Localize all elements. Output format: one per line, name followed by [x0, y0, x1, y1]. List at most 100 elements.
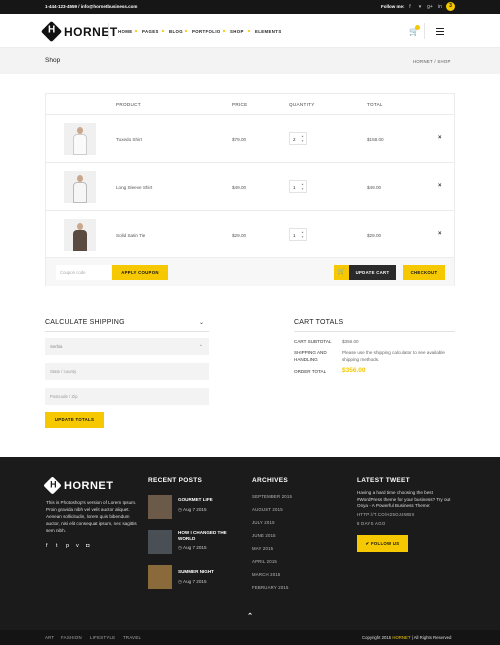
- post-title[interactable]: HOW I CHANGED THE WORLD: [178, 530, 228, 542]
- nav-dot: [184, 29, 188, 33]
- post-title[interactable]: SUMMER NIGHT: [178, 569, 214, 575]
- quantity-stepper[interactable]: 1 ▴ ▾: [289, 228, 307, 241]
- cart-table: PRODUCT PRICE QUANTITY TOTAL Tuxedo Shir…: [45, 93, 455, 286]
- divider: [294, 331, 455, 332]
- nav-elements[interactable]: ELEMENTS: [255, 29, 282, 34]
- quantity-value[interactable]: 1: [293, 233, 296, 238]
- checkout-button[interactable]: CHECKOUT: [403, 265, 445, 280]
- cart-icon[interactable]: 🛒: [334, 265, 349, 280]
- post-date: ◷ Aug 7 2015: [178, 507, 207, 512]
- product-image[interactable]: [64, 171, 96, 203]
- twitter-icon[interactable]: ▾: [416, 3, 424, 11]
- nav-dot: [247, 29, 251, 33]
- update-cart-button[interactable]: UPDATE CART: [349, 265, 396, 280]
- archive-link[interactable]: AUGUST 2015: [252, 507, 283, 512]
- post-date: ◷ Aug 7 2015: [178, 545, 207, 550]
- linkedin-icon[interactable]: in: [436, 3, 444, 11]
- divider: [45, 331, 209, 332]
- follow-label: Follow me:: [381, 4, 405, 9]
- remove-icon[interactable]: ×: [438, 183, 442, 189]
- page-title-bar: Shop HORNET / SHOP: [0, 48, 500, 74]
- coupon-input[interactable]: Coupon code: [56, 265, 111, 280]
- footer-about: This is Photoshop's version of Lorem Ips…: [46, 500, 137, 533]
- footer-link-travel[interactable]: TRAVEL: [123, 635, 141, 640]
- country-select[interactable]: Serbia ⌄: [45, 338, 209, 355]
- product-image[interactable]: [64, 219, 96, 251]
- product-price: $79.00: [232, 137, 247, 142]
- tweet-link[interactable]: HTTP://T.CO/H25OJ4WBX: [357, 512, 415, 517]
- shipping-title[interactable]: CALCULATE SHIPPING: [45, 319, 125, 326]
- qty-down-icon[interactable]: ▾: [300, 187, 305, 192]
- line-total: $29.00: [367, 233, 382, 238]
- post-date: ◷ Aug 7 2015: [178, 579, 207, 584]
- cart-actions: Coupon code APPLY COUPON 🛒 UPDATE CART C…: [46, 257, 454, 286]
- chevron-down-icon[interactable]: ⌄: [199, 319, 204, 326]
- archive-link[interactable]: JUNE 2015: [252, 533, 276, 538]
- vimeo-icon[interactable]: v: [76, 543, 79, 549]
- nav-shop[interactable]: SHOP: [230, 29, 244, 34]
- breadcrumb[interactable]: HORNET / SHOP: [413, 59, 451, 64]
- logo-text[interactable]: HORNET: [64, 25, 118, 39]
- twitter-icon[interactable]: t: [56, 543, 58, 549]
- copyright: Copyright 2015 HORNET | All Rights Reser…: [362, 635, 452, 640]
- archive-link[interactable]: SEPTEMBER 2015: [252, 494, 292, 499]
- footer-link-art[interactable]: ART: [45, 635, 54, 640]
- remove-icon[interactable]: ×: [438, 135, 442, 141]
- product-name[interactable]: Tuxedo Shirt: [116, 137, 142, 142]
- country-value: Serbia: [50, 344, 63, 349]
- product-image[interactable]: [64, 123, 96, 155]
- archive-link[interactable]: FEBRUARY 2015: [252, 585, 289, 590]
- apply-coupon-button[interactable]: APPLY COUPON: [112, 265, 168, 280]
- menu-icon[interactable]: [436, 28, 444, 37]
- archive-link[interactable]: JULY 2015: [252, 520, 275, 525]
- archive-link[interactable]: MARCH 2015: [252, 572, 281, 577]
- footer-logo-text[interactable]: HORNET: [64, 480, 113, 492]
- product-name[interactable]: Solid Satin Tie: [116, 233, 145, 238]
- post-thumbnail[interactable]: [148, 495, 172, 519]
- quantity-value[interactable]: 1: [293, 185, 296, 190]
- google-plus-icon[interactable]: g+: [426, 3, 434, 11]
- pinterest-icon[interactable]: p: [66, 543, 69, 549]
- col-product: PRODUCT: [116, 102, 141, 107]
- quantity-stepper[interactable]: 1 ▴ ▾: [289, 180, 307, 193]
- follow-us-label: FOLLOW US: [370, 541, 400, 546]
- footer-logo-icon[interactable]: [43, 476, 62, 495]
- nav-dot: [161, 29, 165, 33]
- shipping-note: Please use the shipping calculator to se…: [342, 350, 445, 355]
- facebook-icon[interactable]: f: [406, 3, 414, 11]
- archive-link[interactable]: APRIL 2015: [252, 559, 277, 564]
- order-total-label: ORDER TOTAL: [294, 369, 327, 374]
- col-quantity: QUANTITY: [289, 102, 315, 107]
- nav-portfolio[interactable]: PORTFOLIO: [192, 29, 221, 34]
- footer-link-lifestyle[interactable]: LIFESTYLE: [90, 635, 115, 640]
- follow-us-button[interactable]: ✔ FOLLOW US: [357, 535, 408, 552]
- product-name[interactable]: Long Sleeve Shirt: [116, 185, 152, 190]
- footer-link-fashion[interactable]: FASHION: [61, 635, 82, 640]
- post-thumbnail[interactable]: [148, 530, 172, 554]
- nav-pages[interactable]: PAGES: [142, 29, 159, 34]
- quantity-stepper[interactable]: 2 ▴ ▾: [289, 132, 307, 145]
- remove-icon[interactable]: ×: [438, 231, 442, 237]
- cart-row: Tuxedo Shirt $79.00 2 ▴ ▾ $158.00 ×: [46, 114, 454, 162]
- quantity-value[interactable]: 2: [293, 137, 296, 142]
- postcode-field[interactable]: Postcode / Zip: [45, 388, 209, 405]
- qty-down-icon[interactable]: ▾: [300, 139, 305, 144]
- contact-info: 1-444-123-4559 / info@hornetbusiness.com: [45, 4, 138, 9]
- facebook-icon[interactable]: f: [46, 543, 48, 549]
- cart-row: Solid Satin Tie $29.00 1 ▴ ▾ $29.00 ×: [46, 210, 454, 258]
- nav-dot: [134, 29, 138, 33]
- nav-blog[interactable]: BLOG: [169, 29, 183, 34]
- post-title[interactable]: GOURMET LIFE: [178, 497, 213, 503]
- instagram-icon[interactable]: ◘: [86, 543, 89, 549]
- logo-icon[interactable]: [40, 20, 63, 43]
- state-field[interactable]: State / county: [45, 363, 209, 380]
- menu-divider: [424, 23, 425, 39]
- nav-home[interactable]: HOME: [118, 29, 133, 34]
- update-totals-button[interactable]: UPDATE TOTALS: [45, 412, 104, 428]
- post-thumbnail[interactable]: [148, 565, 172, 589]
- archive-link[interactable]: MAY 2015: [252, 546, 273, 551]
- qty-down-icon[interactable]: ▾: [300, 235, 305, 240]
- scroll-to-top-icon[interactable]: ⌃: [243, 610, 257, 624]
- col-price: PRICE: [232, 102, 248, 107]
- account-badge[interactable]: 3: [446, 2, 455, 11]
